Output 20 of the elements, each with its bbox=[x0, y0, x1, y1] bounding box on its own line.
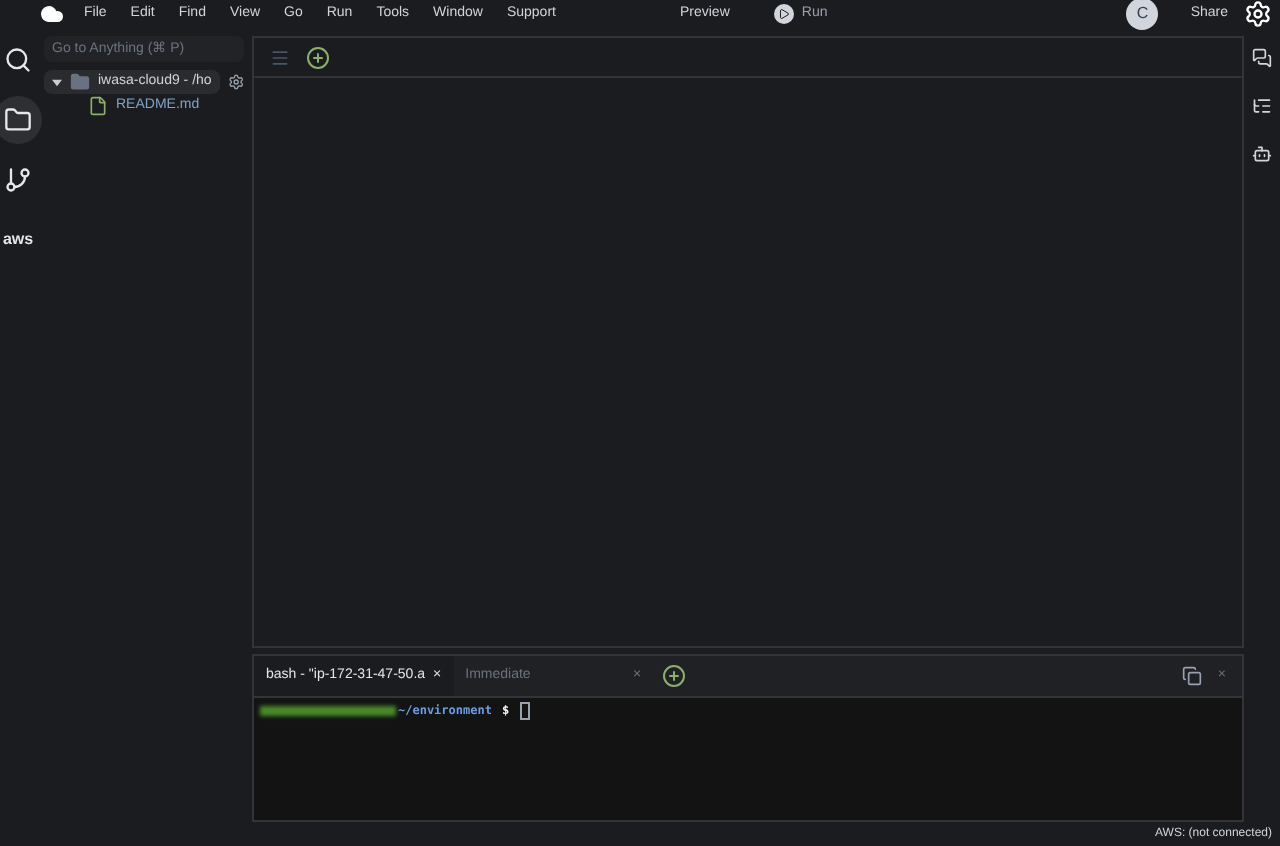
folder-icon bbox=[70, 72, 90, 92]
add-tab-icon[interactable] bbox=[661, 664, 686, 688]
aws-label: aws bbox=[2, 228, 34, 252]
folder-icon bbox=[4, 106, 32, 134]
add-tab-icon[interactable] bbox=[306, 45, 330, 69]
cursor-icon bbox=[519, 702, 530, 720]
user-avatar[interactable]: C bbox=[1126, 0, 1159, 30]
search-icon bbox=[4, 46, 32, 74]
chat-icon[interactable] bbox=[1252, 48, 1272, 68]
caret-icon[interactable] bbox=[52, 77, 62, 87]
settings-icon[interactable] bbox=[227, 72, 244, 92]
robot-icon[interactable] bbox=[1252, 144, 1272, 164]
outline-icon[interactable] bbox=[1252, 96, 1272, 116]
blurred-text bbox=[260, 706, 396, 716]
sidebar-button[interactable]: aws bbox=[0, 216, 42, 264]
file-icon bbox=[88, 96, 108, 116]
branch-icon bbox=[4, 166, 32, 194]
sidebar-button[interactable] bbox=[0, 96, 42, 144]
copy-icon[interactable] bbox=[1181, 666, 1202, 686]
cloud-logo-icon bbox=[40, 2, 64, 26]
